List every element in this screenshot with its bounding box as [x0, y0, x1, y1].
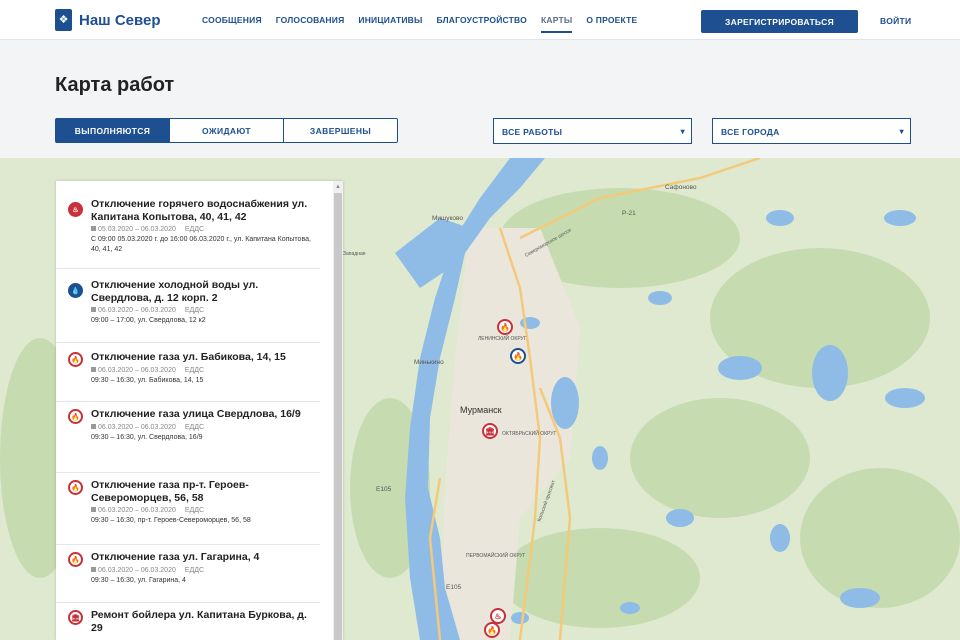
item-author: ЕДДС	[184, 507, 205, 514]
gas-icon: 🔥	[68, 480, 83, 495]
calendar-icon	[91, 307, 96, 312]
gas-icon: 🔥	[68, 352, 83, 367]
item-dates: 05.03.2020 – 06.03.2020	[98, 226, 176, 233]
tab-in-progress[interactable]: ВЫПОЛНЯЮТСЯ	[55, 118, 170, 143]
map-label-murmansk: Мурманск	[460, 405, 502, 415]
item-author: ЕДДС	[184, 226, 205, 233]
item-title: Ремонт бойлера ул. Капитана Буркова, д. …	[91, 609, 307, 634]
works-select-value: ВСЕ РАБОТЫ	[502, 127, 563, 137]
register-button[interactable]: ЗАРЕГИСТРИРОВАТЬСЯ	[701, 10, 858, 33]
map-label-road-e105-south: Е105	[446, 584, 462, 591]
item-description: 09:30 – 16:30, ул. Гагарина, 4	[91, 576, 186, 584]
map-marker-gas[interactable]: 🔥	[497, 319, 513, 335]
item-author: ЕДДС	[184, 566, 205, 574]
list-item[interactable]: 🔥 Отключение газа улица Свердлова, 16/9 …	[56, 402, 320, 473]
cold-water-icon: 💧	[68, 283, 83, 298]
city-select-value: ВСЕ ГОРОДА	[721, 127, 780, 137]
map-label-safonovo: Сафоново	[665, 184, 697, 191]
map-label-oktyabrsky-district: ОКТЯБРЬСКИЙ ОКРУГ	[502, 431, 557, 437]
calendar-icon	[91, 566, 96, 572]
list-item[interactable]: ♨ Отключение горячего водоснабжения ул. …	[56, 181, 320, 269]
chevron-down-icon: ▾	[899, 127, 904, 136]
item-meta: 06.03.2020 – 06.03.2020 ЕДДС	[91, 366, 320, 374]
list-item[interactable]: 🏛 Ремонт бойлера ул. Капитана Буркова, д…	[56, 603, 320, 640]
item-meta: 05.03.2020 – 06.03.2020 ЕДДС	[91, 226, 320, 233]
item-dates: 06.03.2020 – 06.03.2020	[98, 507, 176, 514]
list-item[interactable]: 🔥 Отключение газа ул. Гагарина, 4 06.03.…	[56, 545, 320, 603]
map-label-mishukovo: Мишуково	[432, 215, 464, 222]
scrollbar-thumb[interactable]	[334, 193, 342, 640]
item-dates: 06.03.2020 – 06.03.2020	[98, 307, 176, 314]
status-tabs: ВЫПОЛНЯЮТСЯ ОЖИДАЮТ ЗАВЕРШЕНЫ	[55, 118, 398, 143]
list-item[interactable]: 💧 Отключение холодной воды ул. Свердлова…	[56, 269, 320, 343]
item-dates: 06.03.2020 – 06.03.2020	[98, 566, 176, 574]
main-nav: СООБЩЕНИЯ ГОЛОСОВАНИЯ ИНИЦИАТИВЫ БЛАГОУС…	[202, 15, 637, 33]
building-icon: 🏛	[68, 610, 83, 625]
item-description: 09:00 – 17:00, ул. Свердлова, 12 к2	[91, 317, 206, 324]
map-label-road-r21: Р-21	[622, 210, 636, 217]
item-title: Отключение газа улица Свердлова, 16/9	[91, 408, 301, 420]
logo-emblem-icon: ❖	[55, 9, 72, 31]
map-label-pervomaisky-district: ПЕРВОМАЙСКИЙ ОКРУГ	[466, 553, 526, 559]
list-scrollbar[interactable]: ▲	[333, 181, 343, 640]
nav-item-messages[interactable]: СООБЩЕНИЯ	[202, 15, 262, 33]
list-item[interactable]: 🔥 Отключение газа пр-т. Героев-Северомор…	[56, 473, 320, 545]
item-description: 09:30 – 16:30, ул. Свердлова, 16/9	[91, 433, 203, 441]
site-header: ❖ Наш Север СООБЩЕНИЯ ГОЛОСОВАНИЯ ИНИЦИА…	[0, 0, 960, 40]
scroll-up-arrow-icon[interactable]: ▲	[335, 184, 341, 190]
nav-item-initiatives[interactable]: ИНИЦИАТИВЫ	[358, 15, 422, 33]
tab-pending[interactable]: ОЖИДАЮТ	[169, 118, 284, 143]
map-label-western-road: Западная	[343, 251, 366, 257]
list-item[interactable]: 🔥 Отключение газа ул. Бабикова, 14, 15 0…	[56, 343, 320, 402]
map-label-road-e105: Е105	[376, 486, 392, 493]
nav-item-votes[interactable]: ГОЛОСОВАНИЯ	[276, 15, 345, 33]
brand-name: Наш Север	[79, 11, 161, 29]
gas-icon: 🔥	[68, 552, 83, 567]
item-title: Отключение горячего водоснабжения ул. Ка…	[91, 198, 308, 223]
item-description: С 09:00 05.03.2020 г. до 16:00 06.03.202…	[91, 236, 311, 253]
item-title: Отключение холодной воды ул. Свердлова, …	[91, 279, 259, 304]
chevron-down-icon: ▾	[680, 127, 685, 136]
item-dates: 06.03.2020 – 06.03.2020	[98, 366, 176, 374]
nav-item-improvement[interactable]: БЛАГОУСТРОЙСТВО	[437, 15, 527, 33]
calendar-icon	[91, 366, 96, 372]
item-description: 09:30 – 16:30, ул. Бабикова, 14, 15	[91, 376, 204, 384]
item-description: 09:30 – 16:30, пр-т. Героев-Североморцев…	[91, 517, 251, 524]
map-marker-gas[interactable]: 🔥	[484, 622, 500, 638]
item-meta: 06.03.2020 – 06.03.2020 ЕДДС	[91, 566, 320, 574]
calendar-icon	[91, 423, 96, 429]
map-label-minkino: Минькино	[414, 359, 444, 366]
login-link[interactable]: ВОЙТИ	[880, 16, 911, 26]
works-type-select[interactable]: ВСЕ РАБОТЫ ▾	[493, 118, 692, 144]
hot-water-icon: ♨	[68, 202, 83, 217]
item-author: ЕДДС	[184, 423, 205, 431]
calendar-icon	[91, 226, 96, 231]
works-list-panel: ♨ Отключение горячего водоснабжения ул. …	[56, 181, 343, 640]
item-title: Отключение газа ул. Гагарина, 4	[91, 551, 260, 563]
item-dates: 06.03.2020 – 06.03.2020	[98, 423, 176, 431]
nav-item-maps[interactable]: КАРТЫ	[541, 15, 573, 33]
item-author: ЕДДС	[184, 366, 205, 374]
logo[interactable]: ❖ Наш Север	[55, 9, 161, 31]
tab-completed[interactable]: ЗАВЕРШЕНЫ	[283, 118, 398, 143]
item-author: ЕДДС	[184, 307, 205, 314]
calendar-icon	[91, 507, 96, 512]
item-title: Отключение газа ул. Бабикова, 14, 15	[91, 351, 286, 363]
item-meta: 06.03.2020 – 06.03.2020 ЕДДС	[91, 423, 320, 431]
map-marker-gas[interactable]: 🔥	[510, 348, 526, 364]
item-meta: 06.03.2020 – 06.03.2020 ЕДДС	[91, 307, 320, 314]
page-title: Карта работ	[55, 74, 175, 96]
map-marker-building[interactable]: 🏛	[482, 423, 498, 439]
item-meta: 06.03.2020 – 06.03.2020 ЕДДС	[91, 507, 320, 514]
map-label-lenin-district: ЛЕНИНСКИЙ ОКРУГ	[478, 336, 527, 342]
city-select[interactable]: ВСЕ ГОРОДА ▾	[712, 118, 911, 144]
nav-item-about[interactable]: О ПРОЕКТЕ	[586, 15, 637, 33]
gas-icon: 🔥	[68, 409, 83, 424]
item-title: Отключение газа пр-т. Героев-Североморце…	[91, 479, 249, 504]
